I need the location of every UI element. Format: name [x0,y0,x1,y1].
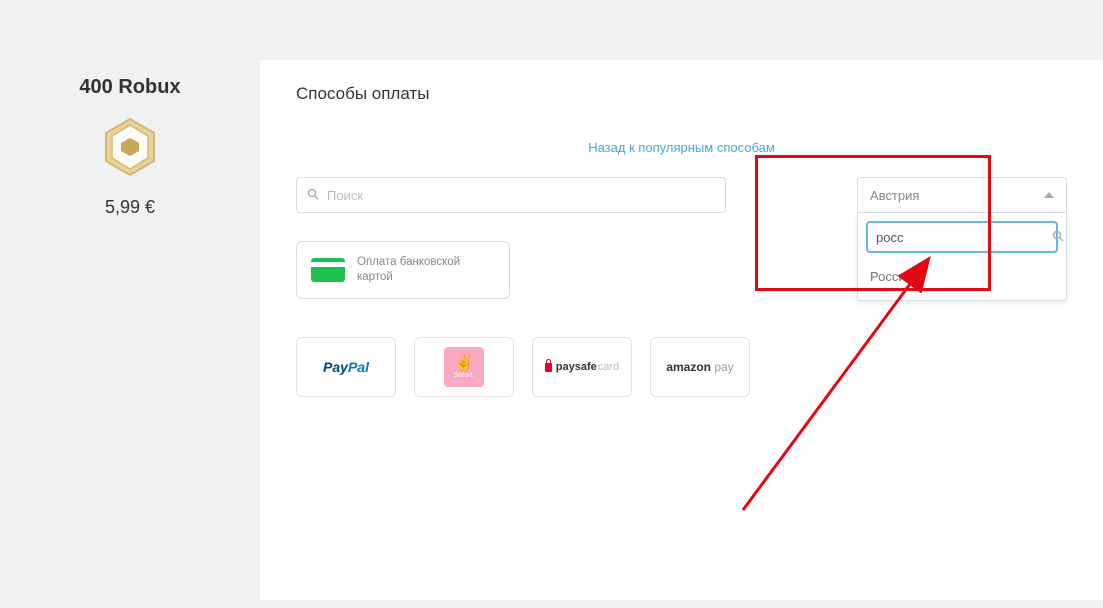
bank-card-label: Оплата банковской картой [357,255,495,285]
product-title: 400 Robux [79,76,180,99]
chevron-up-icon [1044,192,1054,198]
back-link[interactable]: Назад к популярным способам [296,140,1067,155]
country-selected[interactable]: Австрия [857,177,1067,213]
payment-sofort[interactable]: ✌ Sofort. [414,337,514,397]
amazonpay-logo-icon: amazon pay [666,360,733,374]
paypal-logo-icon: PayPal [323,359,369,375]
paysafe-logo-icon: paysafecard [545,361,619,373]
payment-grid: PayPal ✌ Sofort. paysafecard amazon pay [296,337,1067,397]
sidebar: 400 Robux 5,99 € [0,60,260,600]
country-selected-label: Австрия [870,188,919,203]
sofort-logo-icon: ✌ Sofort. [444,347,484,387]
country-panel: Россия [857,213,1067,301]
main-panel: Способы оплаты Назад к популярным способ… [260,60,1103,600]
controls-row: Австрия Россия [296,177,1067,213]
payment-paysafe[interactable]: paysafecard [532,337,632,397]
payment-paypal[interactable]: PayPal [296,337,396,397]
search-input[interactable] [327,188,715,203]
section-title: Способы оплаты [296,84,1067,104]
search-icon [1052,230,1064,245]
country-dropdown: Австрия Россия [857,177,1067,213]
search-box[interactable] [296,177,726,213]
lock-icon [545,363,552,372]
search-icon [307,188,319,203]
robux-icon [98,115,162,179]
country-search-input[interactable] [876,230,1052,245]
payment-amazonpay[interactable]: amazon pay [650,337,750,397]
product-price: 5,99 € [105,197,155,218]
payment-bank-card[interactable]: Оплата банковской картой [296,241,510,299]
country-search-box[interactable] [866,221,1058,253]
country-result[interactable]: Россия [866,261,1058,292]
credit-card-icon [311,258,345,282]
